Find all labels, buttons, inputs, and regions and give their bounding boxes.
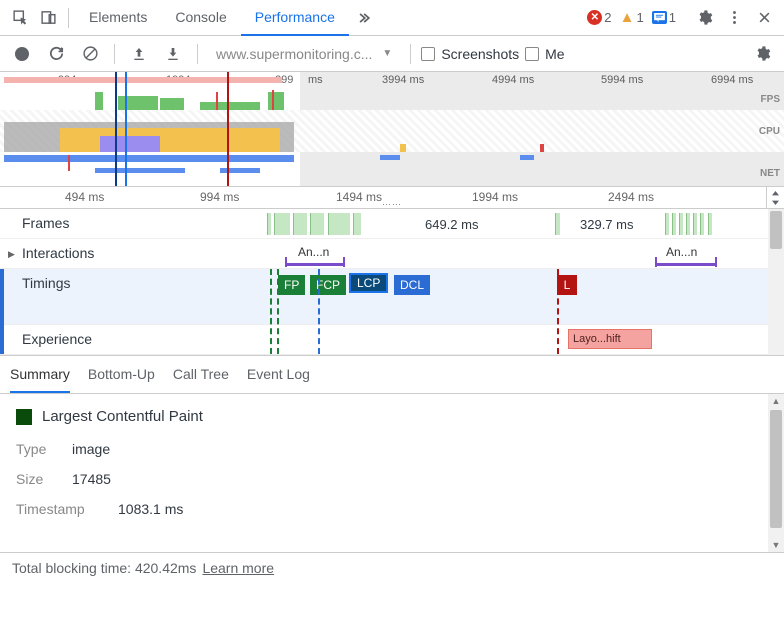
reload-record-button[interactable] bbox=[42, 40, 70, 68]
screenshots-checkbox[interactable]: Screenshots bbox=[421, 46, 519, 62]
memory-label: Me bbox=[545, 46, 564, 62]
learn-more-link[interactable]: Learn more bbox=[202, 560, 274, 576]
animation-label-2: An...n bbox=[666, 245, 697, 259]
settings-icon[interactable] bbox=[690, 4, 718, 32]
load-profile-button[interactable] bbox=[125, 40, 153, 68]
tab-console[interactable]: Console bbox=[161, 0, 240, 36]
warning-icon: ▲ bbox=[620, 10, 635, 25]
kebab-menu-icon[interactable] bbox=[720, 4, 748, 32]
detail-type-key: Type bbox=[16, 441, 58, 457]
tab-event-log[interactable]: Event Log bbox=[247, 356, 310, 393]
tab-bottom-up[interactable]: Bottom-Up bbox=[88, 356, 155, 393]
timing-lcp[interactable]: LCP bbox=[349, 273, 388, 293]
track-label-frames: Frames bbox=[0, 209, 130, 238]
detail-size-key: Size bbox=[16, 471, 58, 487]
summary-detail-pane: Largest Contentful Paint Type image Size… bbox=[0, 394, 784, 552]
overview-timeline[interactable]: 994 ms 1994 ms 299 ms 3994 ms 4994 ms 59… bbox=[0, 72, 784, 187]
net-label: NET bbox=[760, 168, 780, 179]
info-count: 1 bbox=[669, 10, 676, 25]
timing-fcp[interactable]: FCP bbox=[310, 275, 346, 295]
info-icon bbox=[652, 11, 667, 24]
tab-call-tree[interactable]: Call Tree bbox=[173, 356, 229, 393]
layout-shift-block[interactable]: Layo...hift bbox=[568, 329, 652, 349]
expand-ruler-icon[interactable] bbox=[766, 187, 784, 209]
track-label-experience: Experience bbox=[0, 325, 130, 354]
capture-settings-icon[interactable] bbox=[748, 40, 776, 68]
console-issues-badges[interactable]: ✕ 2 ▲ 1 1 bbox=[587, 10, 682, 25]
tab-elements[interactable]: Elements bbox=[75, 0, 161, 36]
memory-checkbox[interactable]: Me bbox=[525, 46, 564, 62]
screenshots-label: Screenshots bbox=[441, 46, 519, 62]
inspect-element-icon[interactable] bbox=[6, 4, 34, 32]
total-blocking-time: Total blocking time: 420.42ms bbox=[12, 560, 196, 576]
detail-scrollbar[interactable]: ▲ ▼ bbox=[768, 394, 784, 552]
animation-label-1: An...n bbox=[298, 245, 329, 259]
timing-fp[interactable]: FP bbox=[278, 275, 305, 295]
error-icon: ✕ bbox=[587, 10, 602, 25]
error-count: 2 bbox=[604, 10, 611, 25]
clear-button[interactable] bbox=[76, 40, 104, 68]
detail-type-value: image bbox=[72, 441, 110, 457]
tracks-scrollbar[interactable] bbox=[768, 209, 784, 355]
tab-performance[interactable]: Performance bbox=[241, 0, 349, 36]
cpu-label: CPU bbox=[759, 126, 780, 137]
detail-size-value: 17485 bbox=[72, 471, 111, 487]
lcp-swatch-icon bbox=[16, 409, 32, 425]
frame-duration-2: 329.7 ms bbox=[580, 217, 633, 232]
device-toggle-icon[interactable] bbox=[34, 4, 62, 32]
warning-count: 1 bbox=[637, 10, 644, 25]
timing-dcl[interactable]: DCL bbox=[394, 275, 430, 295]
recording-select[interactable]: www.supermonitoring.c... ▼ bbox=[208, 46, 400, 62]
close-icon[interactable] bbox=[750, 4, 778, 32]
flame-ruler[interactable]: 494 ms 994 ms 1494 ms 1994 ms 2494 ms ⋯⋯ bbox=[0, 187, 784, 209]
detail-timestamp-key: Timestamp bbox=[16, 501, 104, 517]
frame-duration-1: 649.2 ms bbox=[425, 217, 478, 232]
flame-chart-tracks[interactable]: Frames 649.2 ms 329.7 ms Interactions bbox=[0, 209, 784, 356]
record-button[interactable] bbox=[8, 40, 36, 68]
detail-timestamp-value: 1083.1 ms bbox=[118, 501, 183, 517]
track-label-interactions[interactable]: Interactions bbox=[0, 239, 130, 268]
recording-url: www.supermonitoring.c... bbox=[216, 46, 372, 62]
tab-summary[interactable]: Summary bbox=[10, 356, 70, 393]
more-tabs-icon[interactable] bbox=[349, 11, 377, 25]
fps-label: FPS bbox=[761, 94, 780, 105]
detail-title: Largest Contentful Paint bbox=[42, 408, 203, 425]
track-label-timings: Timings bbox=[0, 269, 130, 324]
timing-load[interactable]: L bbox=[557, 275, 577, 295]
save-profile-button[interactable] bbox=[159, 40, 187, 68]
